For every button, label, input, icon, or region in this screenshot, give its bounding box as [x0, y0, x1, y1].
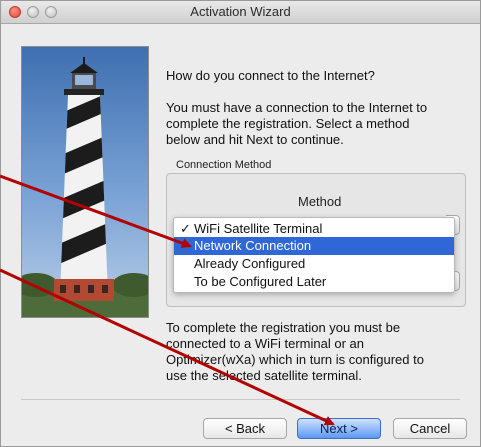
method-label: Method — [298, 194, 342, 209]
intro-line-3: below and hit Next to continue. — [166, 132, 344, 147]
intro-question: How do you connect to the Internet? — [166, 68, 375, 83]
method-dropdown-menu[interactable]: ✓ WiFi Satellite Terminal Network Connec… — [173, 217, 455, 293]
menu-item-label: Already Configured — [194, 256, 306, 271]
menu-item-label: WiFi Satellite Terminal — [194, 221, 323, 236]
menu-item-label: Network Connection — [194, 238, 312, 253]
next-button[interactable]: Next > — [297, 418, 381, 439]
activation-wizard-window: Activation Wizard How do you connect to … — [0, 0, 481, 447]
note-line-4: use the selected satellite terminal. — [166, 368, 362, 383]
note-line-3: Optimizer(wXa) which in turn is configur… — [166, 352, 424, 367]
menu-item-network-connection[interactable]: Network Connection — [174, 237, 454, 255]
intro-line-1: You must have a connection to the Intern… — [166, 100, 428, 115]
menu-item-already-configured[interactable]: Already Configured — [174, 255, 454, 273]
menu-item-label: To be Configured Later — [194, 274, 327, 289]
lighthouse-illustration — [22, 57, 148, 317]
note-line-2: connected to a WiFi terminal or an — [166, 336, 364, 351]
back-button[interactable]: < Back — [203, 418, 287, 439]
divider — [21, 399, 460, 400]
note-line-1: To complete the registration you must be — [166, 320, 401, 335]
connection-method-group-label: Connection Method — [176, 159, 272, 171]
title-bar[interactable]: Activation Wizard — [1, 1, 480, 24]
intro-line-2: complete the registration. Select a meth… — [166, 116, 410, 131]
checkmark-icon: ✓ — [180, 221, 191, 236]
cancel-button[interactable]: Cancel — [393, 418, 467, 439]
window-title: Activation Wizard — [190, 4, 291, 19]
lighthouse-image — [21, 46, 149, 318]
menu-item-wifi-satellite-terminal[interactable]: ✓ WiFi Satellite Terminal — [174, 220, 454, 238]
menu-item-to-be-configured-later[interactable]: To be Configured Later — [174, 273, 454, 291]
